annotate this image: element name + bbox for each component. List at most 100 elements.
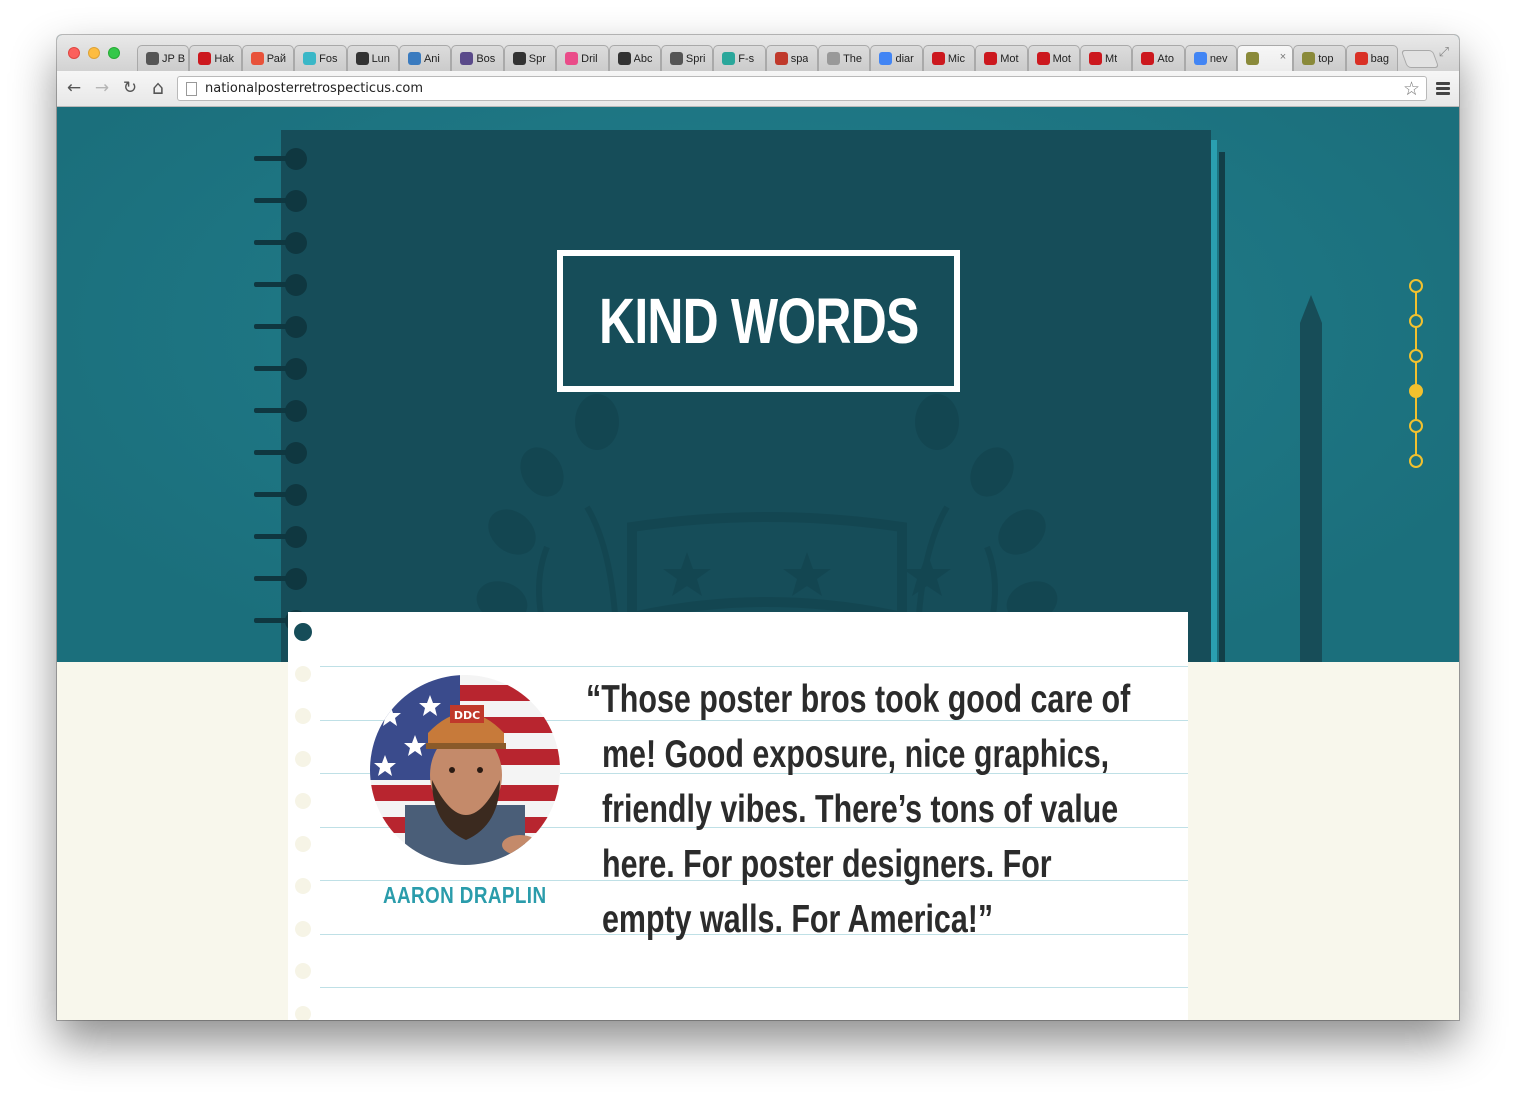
wordpress-icon bbox=[146, 52, 159, 65]
browser-tab[interactable]: top bbox=[1293, 45, 1346, 71]
back-button[interactable]: ← bbox=[63, 77, 85, 99]
browser-tab[interactable]: nev bbox=[1184, 45, 1238, 71]
section-nav-dot[interactable] bbox=[1409, 279, 1423, 293]
zoom-window-button[interactable] bbox=[108, 47, 120, 59]
tab-title: diar bbox=[895, 52, 914, 65]
browser-tab[interactable]: The bbox=[818, 45, 871, 71]
section-nav-dot[interactable] bbox=[1409, 314, 1423, 328]
browser-window: JP B Hak Рай Fos Lun Ani Bos Spr Dril Abc Spri F-s s… bbox=[57, 35, 1459, 1020]
reload-icon: ↻ bbox=[122, 78, 138, 98]
tab-title: Spr bbox=[528, 52, 546, 65]
tab-title: spa bbox=[790, 52, 809, 65]
spiral-ring bbox=[252, 147, 307, 171]
menu-icon[interactable] bbox=[1436, 82, 1450, 97]
tab-strip: JP B Hak Рай Fos Lun Ani Bos Spr Dril Abc Spri F-s s… bbox=[57, 35, 1459, 71]
tab-title: nev bbox=[1209, 52, 1228, 65]
circle-logo-icon bbox=[460, 52, 474, 65]
browser-tab[interactable]: Ani bbox=[398, 45, 452, 71]
quote-line: friendly vibes. There’s tons of value bbox=[602, 788, 1119, 831]
minimize-window-button[interactable] bbox=[88, 47, 100, 59]
paper-hole bbox=[295, 835, 311, 852]
paper-hole bbox=[295, 708, 311, 724]
bookmark-star-icon[interactable]: ☆ bbox=[1403, 78, 1420, 101]
seal-icon bbox=[1246, 52, 1260, 65]
browser-tab[interactable]: Spri bbox=[660, 45, 714, 71]
person-name: AARON DRAPLIN bbox=[360, 882, 570, 909]
paper-hole bbox=[295, 665, 311, 682]
browser-tab[interactable]: Mot bbox=[1027, 45, 1081, 71]
tab-title: Mot bbox=[1000, 52, 1019, 65]
tab-title: Bos bbox=[476, 52, 496, 65]
paper-hole bbox=[295, 1005, 311, 1020]
section-nav-dot[interactable] bbox=[1409, 419, 1423, 433]
tab-close-icon[interactable]: × bbox=[1280, 51, 1286, 63]
testimonial-paper: DDC AARON DRAPLIN “Those poster bros too… bbox=[288, 612, 1188, 1020]
tab-title: Lun bbox=[371, 52, 390, 65]
page-icon bbox=[186, 82, 197, 96]
heart-icon bbox=[303, 52, 317, 65]
browser-tab[interactable]: Dril bbox=[556, 45, 609, 71]
browser-tab[interactable]: Spr bbox=[503, 45, 557, 71]
seal-icon bbox=[1302, 52, 1316, 65]
forward-button[interactable]: → bbox=[91, 77, 113, 99]
tab-title: F-s bbox=[738, 52, 755, 65]
gmail-icon bbox=[1354, 52, 1368, 65]
reload-button[interactable]: ↻ bbox=[119, 77, 141, 99]
dot-nav-line bbox=[1415, 286, 1417, 461]
spiral-ring bbox=[252, 525, 307, 549]
tab-title: Mt bbox=[1105, 52, 1118, 65]
home-icon: ⌂ bbox=[151, 77, 165, 99]
tab-title: Mot bbox=[1052, 52, 1071, 65]
browser-tab[interactable]: × bbox=[1237, 45, 1294, 71]
browser-tab[interactable]: Bos bbox=[451, 45, 504, 71]
tab-title: top bbox=[1318, 52, 1334, 65]
browser-tab[interactable]: Mot bbox=[975, 45, 1028, 71]
tab-title: Dril bbox=[581, 52, 598, 65]
youtube-icon bbox=[198, 52, 212, 65]
notebook-edge bbox=[1211, 140, 1217, 662]
browser-tab[interactable]: Рай bbox=[241, 45, 295, 71]
browser-tab[interactable]: Hak bbox=[189, 45, 242, 71]
notebook-edge-shadow bbox=[1219, 152, 1225, 662]
spiral-ring bbox=[252, 441, 307, 465]
browser-tab[interactable]: JP B bbox=[137, 45, 190, 71]
browser-tab[interactable]: diar bbox=[870, 45, 923, 71]
browser-tab[interactable]: Lun bbox=[346, 45, 399, 71]
quote-line: empty walls. For America!” bbox=[602, 898, 994, 941]
tab-title: Ato bbox=[1157, 52, 1174, 65]
tab-title: JP B bbox=[162, 52, 186, 65]
section-nav-dot[interactable] bbox=[1409, 454, 1423, 468]
bolt-icon bbox=[617, 52, 631, 65]
paper-holes bbox=[294, 612, 315, 1020]
back-arrow-icon: ← bbox=[66, 78, 82, 98]
fullscreen-icon[interactable]: ⤢ bbox=[1439, 44, 1449, 60]
section-nav-dot[interactable] bbox=[1409, 384, 1423, 398]
new-tab-button[interactable] bbox=[1400, 50, 1440, 68]
tabs: JP B Hak Рай Fos Lun Ani Bos Spr Dril Abc Spri F-s s… bbox=[137, 45, 1440, 71]
pencil-icon bbox=[250, 52, 264, 65]
browser-tab[interactable]: Ato bbox=[1132, 45, 1185, 71]
section-nav-dot[interactable] bbox=[1409, 349, 1423, 363]
browser-tab[interactable]: bag bbox=[1345, 45, 1398, 71]
avatar: DDC bbox=[370, 675, 560, 865]
tab-title: Spri bbox=[685, 52, 706, 65]
url-text[interactable]: nationalposterretrospecticus.com bbox=[205, 81, 423, 96]
home-button[interactable]: ⌂ bbox=[147, 77, 169, 99]
browser-tab[interactable]: F-s bbox=[713, 45, 766, 71]
paper-hole bbox=[294, 623, 312, 641]
quote-line: “Those poster bros took good care of bbox=[586, 678, 1131, 721]
tab-title: Hak bbox=[214, 52, 234, 65]
bolt-icon bbox=[512, 52, 526, 65]
forward-arrow-icon: → bbox=[94, 78, 110, 98]
browser-tab[interactable]: spa bbox=[765, 45, 819, 71]
browser-tab[interactable]: Abc bbox=[608, 45, 661, 71]
browser-tab[interactable]: Mt bbox=[1080, 45, 1133, 71]
address-bar[interactable]: nationalposterretrospecticus.com ☆ bbox=[177, 76, 1427, 101]
tab-title: Fos bbox=[319, 52, 338, 65]
jpb-icon bbox=[722, 52, 736, 65]
spiral-ring bbox=[252, 315, 307, 339]
browser-tab[interactable]: Fos bbox=[294, 45, 347, 71]
close-window-button[interactable] bbox=[68, 47, 80, 59]
paper-hole bbox=[295, 793, 311, 809]
browser-tab[interactable]: Mic bbox=[922, 45, 976, 71]
